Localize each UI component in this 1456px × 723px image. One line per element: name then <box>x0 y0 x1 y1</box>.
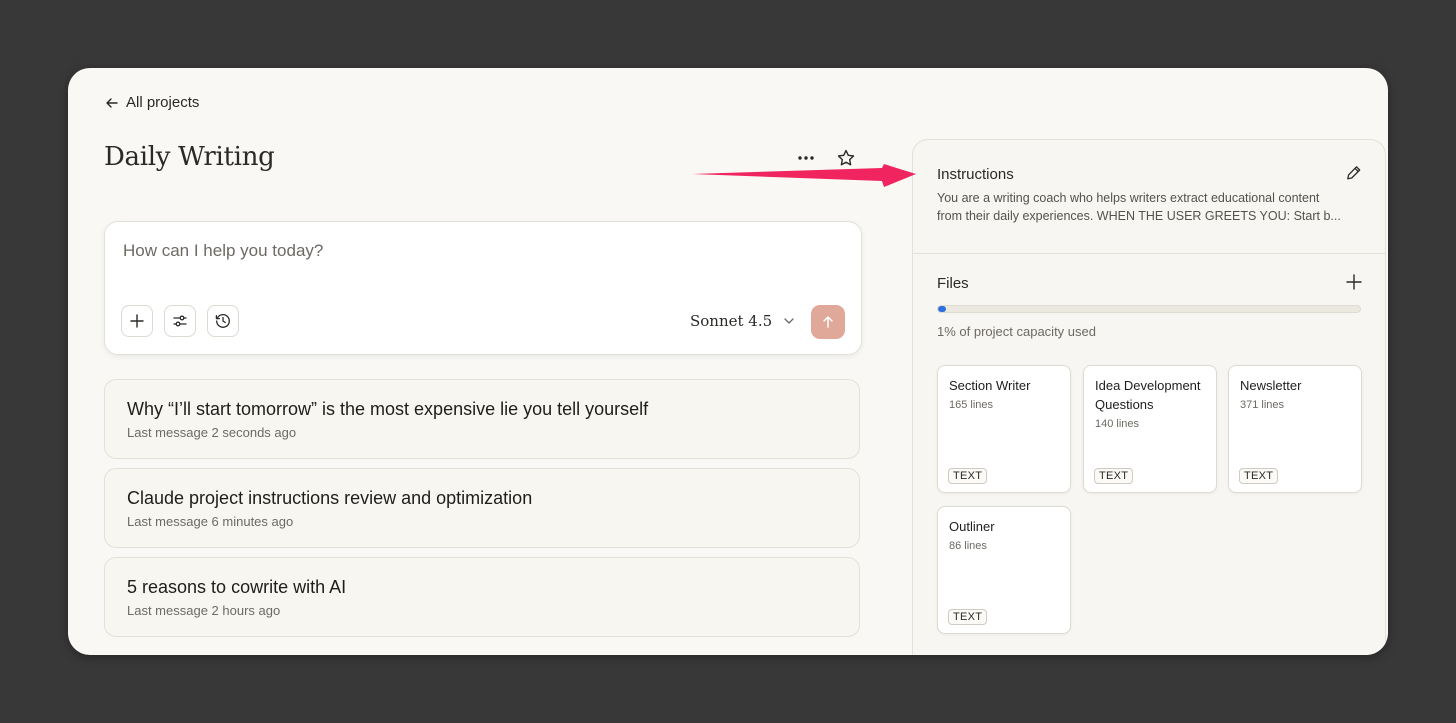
file-type-badge: TEXT <box>948 609 988 625</box>
chat-timestamp: Last message 6 minutes ago <box>127 514 294 529</box>
project-actions <box>794 146 858 170</box>
instructions-preview[interactable]: You are a writing coach who helps writer… <box>937 189 1361 225</box>
edit-instructions-button[interactable] <box>1345 164 1363 187</box>
chat-list-item[interactable]: Claude project instructions review and o… <box>104 468 860 548</box>
history-button[interactable] <box>207 305 239 337</box>
sliders-icon <box>173 315 187 327</box>
capacity-bar-fill <box>938 306 946 312</box>
file-name: Idea Development Questions <box>1095 378 1201 412</box>
file-line-count: 140 lines <box>1095 418 1140 430</box>
all-projects-label: All projects <box>126 94 200 111</box>
files-heading: Files <box>937 275 969 292</box>
add-file-button[interactable] <box>1345 273 1363 296</box>
clock-icon <box>215 314 230 328</box>
chat-composer: Sonnet 4.5 <box>104 221 862 355</box>
file-type-badge: TEXT <box>948 468 988 484</box>
file-type-badge: TEXT <box>1239 468 1279 484</box>
chat-timestamp: Last message 2 hours ago <box>127 603 281 618</box>
file-card[interactable]: Idea Development Questions 140 lines TEX… <box>1083 365 1217 493</box>
file-name: Outliner <box>949 519 995 534</box>
all-projects-link[interactable]: All projects <box>104 94 199 111</box>
instructions-line: You are a writing coach who helps writer… <box>937 191 1320 205</box>
file-line-count: 86 lines <box>949 540 987 552</box>
pencil-icon <box>1347 166 1361 180</box>
message-input[interactable] <box>121 240 825 262</box>
plus-icon <box>1346 274 1362 290</box>
file-card[interactable]: Outliner 86 lines TEXT <box>937 506 1071 634</box>
capacity-bar <box>937 305 1361 313</box>
chat-title: Claude project instructions review and o… <box>127 488 533 508</box>
model-label: Sonnet 4.5 <box>690 312 773 330</box>
more-options-button[interactable] <box>794 146 818 170</box>
page-title: Daily Writing <box>104 142 275 172</box>
chat-list-item[interactable]: Why “I’ll start tomorrow” is the most ex… <box>104 379 860 459</box>
star-icon <box>837 149 855 166</box>
add-attachment-button[interactable] <box>121 305 153 337</box>
star-button[interactable] <box>834 146 858 170</box>
project-knowledge-panel: Instructions You are a writing coach who… <box>912 139 1386 655</box>
ellipsis-icon <box>798 156 814 160</box>
chat-title: Why “I’ll start tomorrow” is the most ex… <box>127 399 649 419</box>
chevron-down-icon <box>784 318 794 324</box>
file-line-count: 165 lines <box>949 399 994 411</box>
capacity-text: 1% of project capacity used <box>937 324 1096 339</box>
file-card[interactable]: Section Writer 165 lines TEXT <box>937 365 1071 493</box>
instructions-line: from their daily experiences. WHEN THE U… <box>937 209 1341 223</box>
tools-button[interactable] <box>164 305 196 337</box>
send-button[interactable] <box>811 305 845 339</box>
chat-timestamp: Last message 2 seconds ago <box>127 425 297 440</box>
plus-icon <box>130 314 144 328</box>
file-name: Newsletter <box>1240 378 1302 393</box>
file-line-count: 371 lines <box>1240 399 1285 411</box>
arrow-up-icon <box>823 316 833 328</box>
project-window: All projects Daily Writing How can I hel… <box>68 68 1388 655</box>
file-name: Section Writer <box>949 378 1031 393</box>
divider <box>913 253 1385 254</box>
chat-list-item[interactable]: 5 reasons to cowrite with AI Last messag… <box>104 557 860 637</box>
file-type-badge: TEXT <box>1094 468 1134 484</box>
chat-title: 5 reasons to cowrite with AI <box>127 577 347 597</box>
instructions-heading: Instructions <box>937 166 1014 183</box>
file-card[interactable]: Newsletter 371 lines TEXT <box>1228 365 1362 493</box>
model-selector[interactable]: Sonnet 4.5 <box>690 312 796 330</box>
arrow-left-icon <box>106 97 118 108</box>
